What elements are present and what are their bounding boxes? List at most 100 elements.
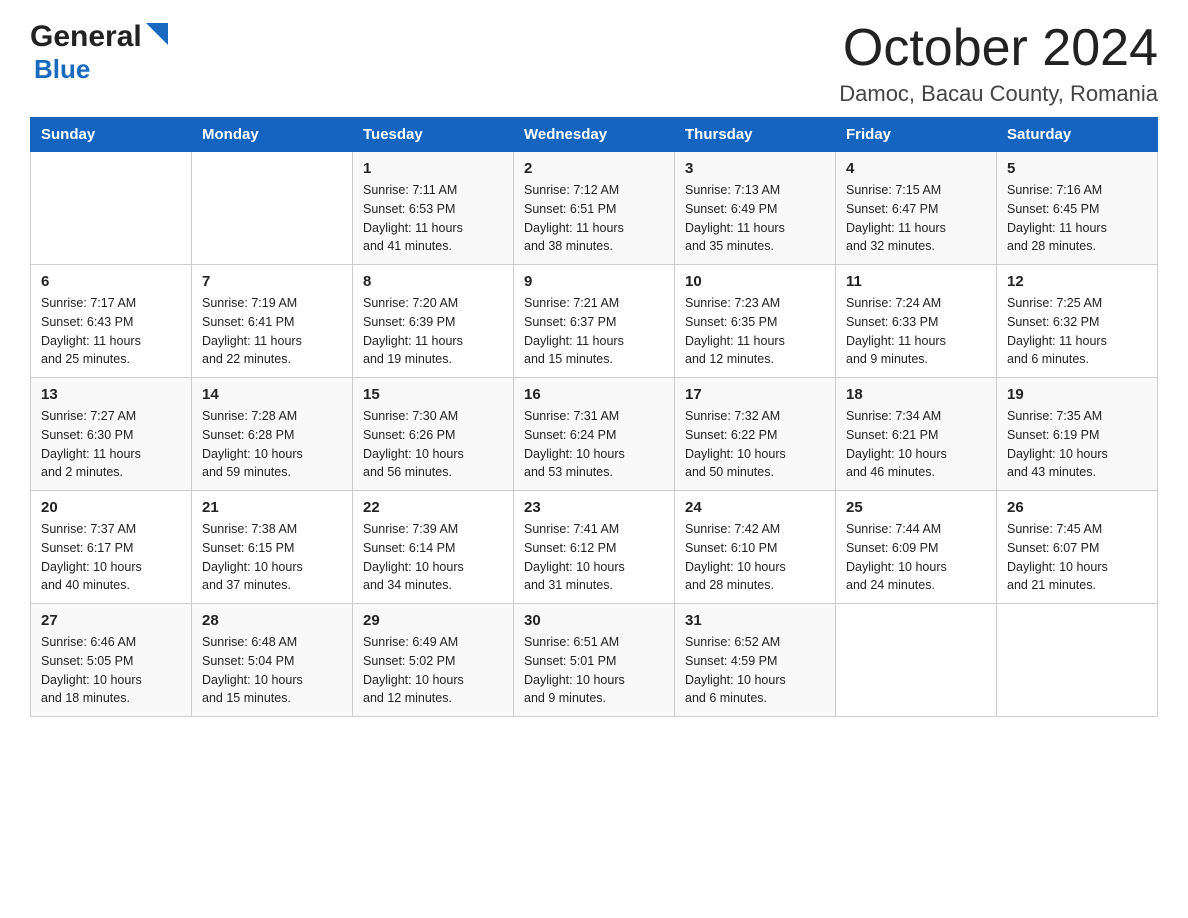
logo-g: G xyxy=(30,20,53,54)
calendar-cell: 22 Sunrise: 7:39 AM Sunset: 6:14 PM Dayli… xyxy=(353,491,514,604)
calendar-cell: 5 Sunrise: 7:16 AM Sunset: 6:45 PM Daylig… xyxy=(997,152,1158,265)
weekday-header-sunday: Sunday xyxy=(31,118,192,152)
logo-arrow-icon xyxy=(146,23,168,50)
day-number: 11 xyxy=(846,273,986,290)
page-header: G eneral Blue October 2024 Damoc, Bacau … xyxy=(30,20,1158,107)
day-number: 7 xyxy=(202,273,342,290)
day-info: Sunrise: 7:23 AM Sunset: 6:35 PM Dayligh… xyxy=(685,294,825,369)
day-number: 10 xyxy=(685,273,825,290)
weekday-header-row: SundayMondayTuesdayWednesdayThursdayFrid… xyxy=(31,118,1158,152)
calendar-week-row: 1 Sunrise: 7:11 AM Sunset: 6:53 PM Daylig… xyxy=(31,152,1158,265)
logo-eneral-text: eneral xyxy=(53,20,141,54)
calendar-cell: 23 Sunrise: 7:41 AM Sunset: 6:12 PM Dayli… xyxy=(514,491,675,604)
calendar-cell: 15 Sunrise: 7:30 AM Sunset: 6:26 PM Dayli… xyxy=(353,378,514,491)
day-number: 26 xyxy=(1007,499,1147,516)
calendar-cell: 8Sunrise: 7:20 AM Sunset: 6:39 PM Daylig… xyxy=(353,265,514,378)
day-info: Sunrise: 7:39 AM Sunset: 6:14 PM Dayligh… xyxy=(363,520,503,595)
calendar-cell: 10 Sunrise: 7:23 AM Sunset: 6:35 PM Dayli… xyxy=(675,265,836,378)
day-info: Sunrise: 6:51 AM Sunset: 5:01 PM Dayligh… xyxy=(524,633,664,708)
day-info: Sunrise: 7:11 AM Sunset: 6:53 PM Dayligh… xyxy=(363,181,503,256)
calendar-cell: 9 Sunrise: 7:21 AM Sunset: 6:37 PM Daylig… xyxy=(514,265,675,378)
day-info: Sunrise: 7:41 AM Sunset: 6:12 PM Dayligh… xyxy=(524,520,664,595)
logo: G eneral Blue xyxy=(30,20,168,85)
calendar-cell: 19Sunrise: 7:35 AM Sunset: 6:19 PM Dayli… xyxy=(997,378,1158,491)
calendar-header: SundayMondayTuesdayWednesdayThursdayFrid… xyxy=(31,118,1158,152)
calendar-cell xyxy=(31,152,192,265)
calendar-cell: 12 Sunrise: 7:25 AM Sunset: 6:32 PM Dayli… xyxy=(997,265,1158,378)
day-info: Sunrise: 7:21 AM Sunset: 6:37 PM Dayligh… xyxy=(524,294,664,369)
calendar-week-row: 27Sunrise: 6:46 AM Sunset: 5:05 PM Dayli… xyxy=(31,604,1158,717)
calendar-week-row: 20Sunrise: 7:37 AM Sunset: 6:17 PM Dayli… xyxy=(31,491,1158,604)
day-number: 31 xyxy=(685,612,825,629)
day-info: Sunrise: 7:19 AM Sunset: 6:41 PM Dayligh… xyxy=(202,294,342,369)
day-info: Sunrise: 7:45 AM Sunset: 6:07 PM Dayligh… xyxy=(1007,520,1147,595)
day-info: Sunrise: 7:12 AM Sunset: 6:51 PM Dayligh… xyxy=(524,181,664,256)
calendar-cell: 6Sunrise: 7:17 AM Sunset: 6:43 PM Daylig… xyxy=(31,265,192,378)
day-info: Sunrise: 7:16 AM Sunset: 6:45 PM Dayligh… xyxy=(1007,181,1147,256)
calendar-cell xyxy=(192,152,353,265)
calendar-cell: 27Sunrise: 6:46 AM Sunset: 5:05 PM Dayli… xyxy=(31,604,192,717)
calendar-cell: 16Sunrise: 7:31 AM Sunset: 6:24 PM Dayli… xyxy=(514,378,675,491)
calendar-cell: 17 Sunrise: 7:32 AM Sunset: 6:22 PM Dayli… xyxy=(675,378,836,491)
calendar-cell: 29 Sunrise: 6:49 AM Sunset: 5:02 PM Dayli… xyxy=(353,604,514,717)
day-info: Sunrise: 7:31 AM Sunset: 6:24 PM Dayligh… xyxy=(524,407,664,482)
day-info: Sunrise: 7:44 AM Sunset: 6:09 PM Dayligh… xyxy=(846,520,986,595)
day-number: 29 xyxy=(363,612,503,629)
calendar-cell: 4Sunrise: 7:15 AM Sunset: 6:47 PM Daylig… xyxy=(836,152,997,265)
location-subtitle: Damoc, Bacau County, Romania xyxy=(839,81,1158,107)
day-info: Sunrise: 7:37 AM Sunset: 6:17 PM Dayligh… xyxy=(41,520,181,595)
calendar-cell: 25 Sunrise: 7:44 AM Sunset: 6:09 PM Dayli… xyxy=(836,491,997,604)
weekday-header-tuesday: Tuesday xyxy=(353,118,514,152)
day-number: 1 xyxy=(363,160,503,177)
day-number: 15 xyxy=(363,386,503,403)
day-number: 14 xyxy=(202,386,342,403)
day-info: Sunrise: 7:34 AM Sunset: 6:21 PM Dayligh… xyxy=(846,407,986,482)
day-number: 9 xyxy=(524,273,664,290)
day-number: 17 xyxy=(685,386,825,403)
day-info: Sunrise: 6:49 AM Sunset: 5:02 PM Dayligh… xyxy=(363,633,503,708)
day-info: Sunrise: 7:13 AM Sunset: 6:49 PM Dayligh… xyxy=(685,181,825,256)
day-info: Sunrise: 7:25 AM Sunset: 6:32 PM Dayligh… xyxy=(1007,294,1147,369)
day-number: 13 xyxy=(41,386,181,403)
day-info: Sunrise: 7:38 AM Sunset: 6:15 PM Dayligh… xyxy=(202,520,342,595)
calendar-cell: 1 Sunrise: 7:11 AM Sunset: 6:53 PM Daylig… xyxy=(353,152,514,265)
day-info: Sunrise: 7:20 AM Sunset: 6:39 PM Dayligh… xyxy=(363,294,503,369)
calendar-cell xyxy=(836,604,997,717)
day-number: 4 xyxy=(846,160,986,177)
day-number: 18 xyxy=(846,386,986,403)
calendar-cell: 7 Sunrise: 7:19 AM Sunset: 6:41 PM Daylig… xyxy=(192,265,353,378)
title-block: October 2024 Damoc, Bacau County, Romani… xyxy=(839,20,1158,107)
calendar-cell: 2 Sunrise: 7:12 AM Sunset: 6:51 PM Daylig… xyxy=(514,152,675,265)
day-number: 6 xyxy=(41,273,181,290)
calendar-cell: 26 Sunrise: 7:45 AM Sunset: 6:07 PM Dayli… xyxy=(997,491,1158,604)
calendar-week-row: 13Sunrise: 7:27 AM Sunset: 6:30 PM Dayli… xyxy=(31,378,1158,491)
day-number: 25 xyxy=(846,499,986,516)
weekday-header-wednesday: Wednesday xyxy=(514,118,675,152)
day-number: 3 xyxy=(685,160,825,177)
day-info: Sunrise: 6:46 AM Sunset: 5:05 PM Dayligh… xyxy=(41,633,181,708)
day-number: 28 xyxy=(202,612,342,629)
calendar-cell: 28 Sunrise: 6:48 AM Sunset: 5:04 PM Dayli… xyxy=(192,604,353,717)
calendar-cell: 20Sunrise: 7:37 AM Sunset: 6:17 PM Dayli… xyxy=(31,491,192,604)
day-number: 22 xyxy=(363,499,503,516)
day-info: Sunrise: 6:48 AM Sunset: 5:04 PM Dayligh… xyxy=(202,633,342,708)
day-number: 19 xyxy=(1007,386,1147,403)
logo-blue-text: Blue xyxy=(30,54,90,85)
weekday-header-thursday: Thursday xyxy=(675,118,836,152)
day-number: 23 xyxy=(524,499,664,516)
calendar-cell: 30Sunrise: 6:51 AM Sunset: 5:01 PM Dayli… xyxy=(514,604,675,717)
day-info: Sunrise: 7:28 AM Sunset: 6:28 PM Dayligh… xyxy=(202,407,342,482)
calendar-cell: 24Sunrise: 7:42 AM Sunset: 6:10 PM Dayli… xyxy=(675,491,836,604)
calendar-table: SundayMondayTuesdayWednesdayThursdayFrid… xyxy=(30,117,1158,717)
day-number: 12 xyxy=(1007,273,1147,290)
calendar-cell: 14 Sunrise: 7:28 AM Sunset: 6:28 PM Dayli… xyxy=(192,378,353,491)
month-title: October 2024 xyxy=(839,20,1158,77)
day-info: Sunrise: 7:32 AM Sunset: 6:22 PM Dayligh… xyxy=(685,407,825,482)
calendar-cell: 18 Sunrise: 7:34 AM Sunset: 6:21 PM Dayli… xyxy=(836,378,997,491)
day-info: Sunrise: 7:30 AM Sunset: 6:26 PM Dayligh… xyxy=(363,407,503,482)
day-number: 2 xyxy=(524,160,664,177)
day-number: 5 xyxy=(1007,160,1147,177)
day-number: 24 xyxy=(685,499,825,516)
weekday-header-saturday: Saturday xyxy=(997,118,1158,152)
day-info: Sunrise: 6:52 AM Sunset: 4:59 PM Dayligh… xyxy=(685,633,825,708)
